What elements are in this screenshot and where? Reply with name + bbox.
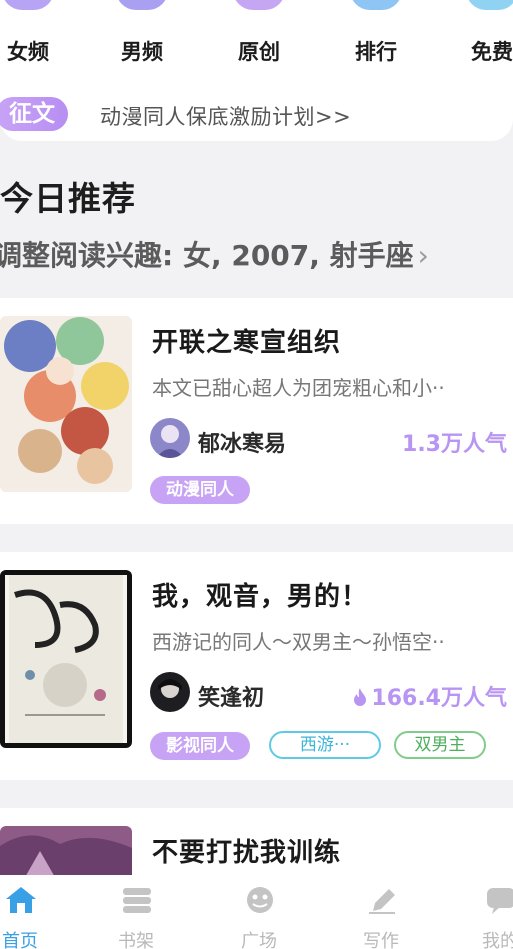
notice-tag: 征文: [0, 97, 68, 131]
bottom-nav: 首页 书架 广场 写作 我的: [0, 875, 513, 949]
book-description: 西游记的同人～双男主～孙悟空··: [152, 630, 445, 654]
popularity-count: 166.4万人气: [371, 686, 507, 711]
category-label: 排行: [355, 40, 397, 64]
book-title[interactable]: 不要打扰我训练: [152, 832, 341, 869]
category-label: 女频: [7, 40, 49, 64]
nav-label: 我的: [482, 931, 513, 949]
ranking-icon: [350, 0, 402, 10]
category-label: 免费: [471, 40, 513, 64]
author-avatar[interactable]: [150, 418, 190, 458]
section-title: 今日推荐: [0, 179, 136, 218]
tag-pill[interactable]: 影视同人: [150, 732, 250, 760]
book-title[interactable]: 开联之寒宣组织: [152, 322, 341, 359]
nav-home[interactable]: 首页: [0, 875, 60, 949]
category-label: 男频: [121, 40, 163, 64]
male-channel-icon: [116, 0, 168, 10]
book-card[interactable]: 开联之寒宣组织 本文已甜心超人为团宠粗心和小·· 郁冰寒易 1.3万人气 动漫同…: [0, 298, 513, 524]
book-cover[interactable]: [0, 316, 132, 492]
popularity-indicator: 166.4万人气: [353, 680, 507, 712]
pen-icon: [369, 889, 395, 914]
nav-label: 首页: [2, 931, 38, 949]
category-row: 女频 男频 原创 排行 免费: [0, 0, 513, 85]
profile-icon: [487, 888, 513, 914]
female-channel-icon: [2, 0, 54, 10]
home-icon: [6, 887, 36, 913]
book-description: 本文已甜心超人为团宠粗心和小··: [152, 376, 445, 400]
category-label: 原创: [238, 40, 280, 64]
nav-label: 写作: [363, 931, 399, 949]
notice-text[interactable]: 动漫同人保底激励计划>>: [100, 101, 351, 131]
chevron-right-icon: ›: [417, 239, 429, 272]
tag-pill[interactable]: 动漫同人: [150, 476, 250, 504]
nav-label: 广场: [241, 931, 277, 949]
nav-write[interactable]: 写作: [341, 875, 421, 949]
tag-pill[interactable]: 西游···: [269, 731, 381, 759]
original-icon: [233, 0, 285, 10]
flame-icon: [354, 688, 367, 706]
notice-bar[interactable]: 征文 动漫同人保底激励计划>>: [0, 85, 513, 141]
book-card[interactable]: 不要打扰我训练: [0, 808, 513, 886]
free-icon: [466, 0, 513, 10]
tag-pill[interactable]: 双男主: [394, 731, 486, 759]
nav-plaza[interactable]: 广场: [219, 875, 299, 949]
reading-interest-text: 调整阅读兴趣: 女, 2007, 射手座: [0, 239, 414, 272]
book-title[interactable]: 我，观音，男的！: [152, 576, 368, 613]
bookshelf-icon: [123, 888, 151, 913]
nav-bookshelf[interactable]: 书架: [96, 875, 176, 949]
author-name[interactable]: 笑逢初: [198, 680, 264, 712]
author-avatar[interactable]: [150, 672, 190, 712]
reading-interest-link[interactable]: 调整阅读兴趣: 女, 2007, 射手座 ›: [0, 234, 429, 274]
author-name[interactable]: 郁冰寒易: [198, 426, 286, 458]
book-card[interactable]: 我，观音，男的！ 西游记的同人～双男主～孙悟空·· 笑逢初 166.4万人气 影…: [0, 552, 513, 780]
nav-profile[interactable]: 我的: [460, 875, 513, 949]
popularity-count: 1.3万人气: [402, 432, 507, 457]
nav-label: 书架: [118, 931, 154, 949]
book-cover[interactable]: [0, 570, 132, 748]
plaza-icon: [247, 887, 273, 913]
